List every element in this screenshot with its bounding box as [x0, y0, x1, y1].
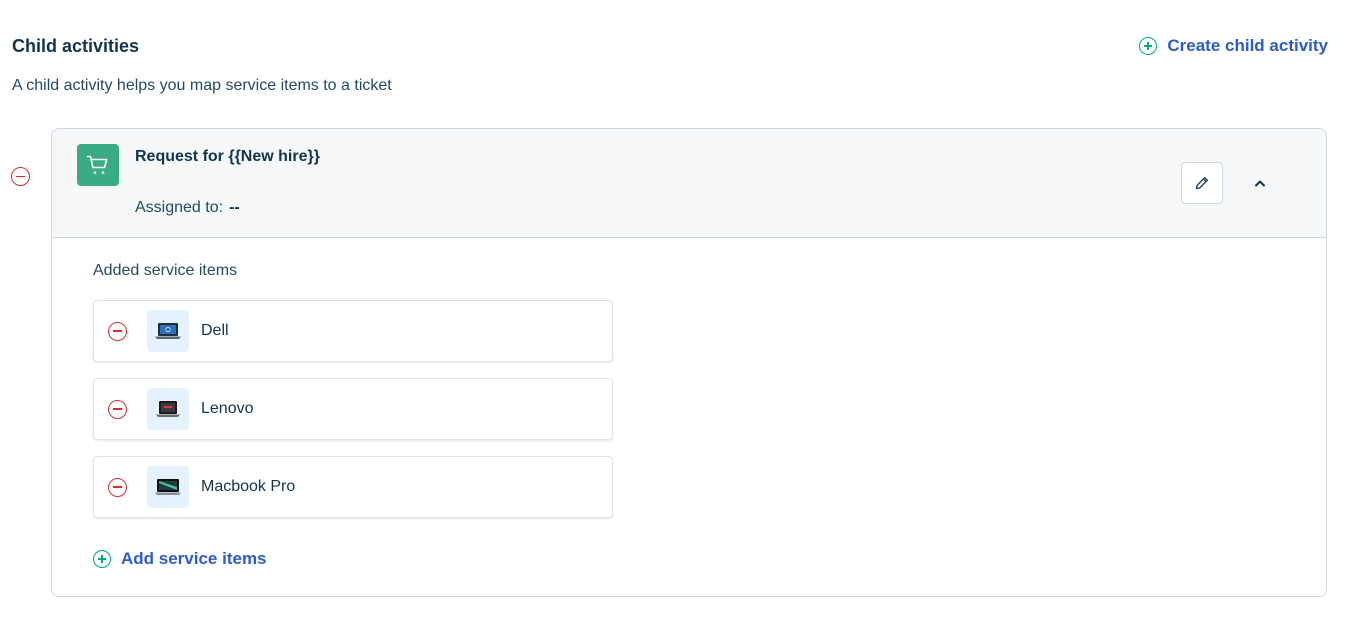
collapse-activity-button[interactable] [1242, 165, 1278, 201]
plus-circle-icon [93, 550, 111, 568]
section-description: A child activity helps you map service i… [12, 77, 392, 94]
plus-circle-icon [1139, 37, 1158, 55]
child-activity-card: Request for {{New hire}} Assigned to: -- … [51, 128, 1327, 597]
assigned-to-label: Assigned to: [135, 199, 224, 216]
create-child-activity-label: Create child activity [1167, 36, 1328, 55]
added-service-items-heading: Added service items [93, 262, 238, 279]
laptop-icon [147, 466, 189, 508]
shopping-cart-icon [77, 144, 119, 186]
activity-title: Request for {{New hire}} [135, 148, 320, 165]
activity-header: Request for {{New hire}} Assigned to: -- [52, 129, 1326, 238]
chevron-up-icon [1255, 180, 1265, 187]
service-item-row: Macbook Pro [93, 456, 613, 518]
edit-activity-button[interactable] [1181, 162, 1223, 204]
service-item-name: Dell [201, 322, 229, 339]
pencil-icon [1195, 176, 1209, 190]
add-service-items-label: Add service items [121, 549, 267, 568]
service-item-row: Dell [93, 300, 613, 362]
section-title: Child activities [12, 36, 140, 56]
service-item-name: Lenovo [201, 400, 254, 417]
add-service-items-link[interactable]: Add service items [93, 549, 267, 569]
laptop-icon [147, 388, 189, 430]
laptop-icon [147, 310, 189, 352]
assigned-to-value: -- [229, 199, 240, 216]
service-item-name: Macbook Pro [201, 478, 296, 495]
remove-service-item-button[interactable] [108, 477, 127, 497]
remove-service-item-button[interactable] [108, 321, 127, 341]
service-item-row: Lenovo [93, 378, 613, 440]
assigned-to: Assigned to: -- [135, 199, 240, 217]
remove-service-item-button[interactable] [108, 399, 127, 419]
create-child-activity-link[interactable]: Create child activity [1139, 36, 1328, 56]
remove-activity-button[interactable] [11, 167, 30, 186]
